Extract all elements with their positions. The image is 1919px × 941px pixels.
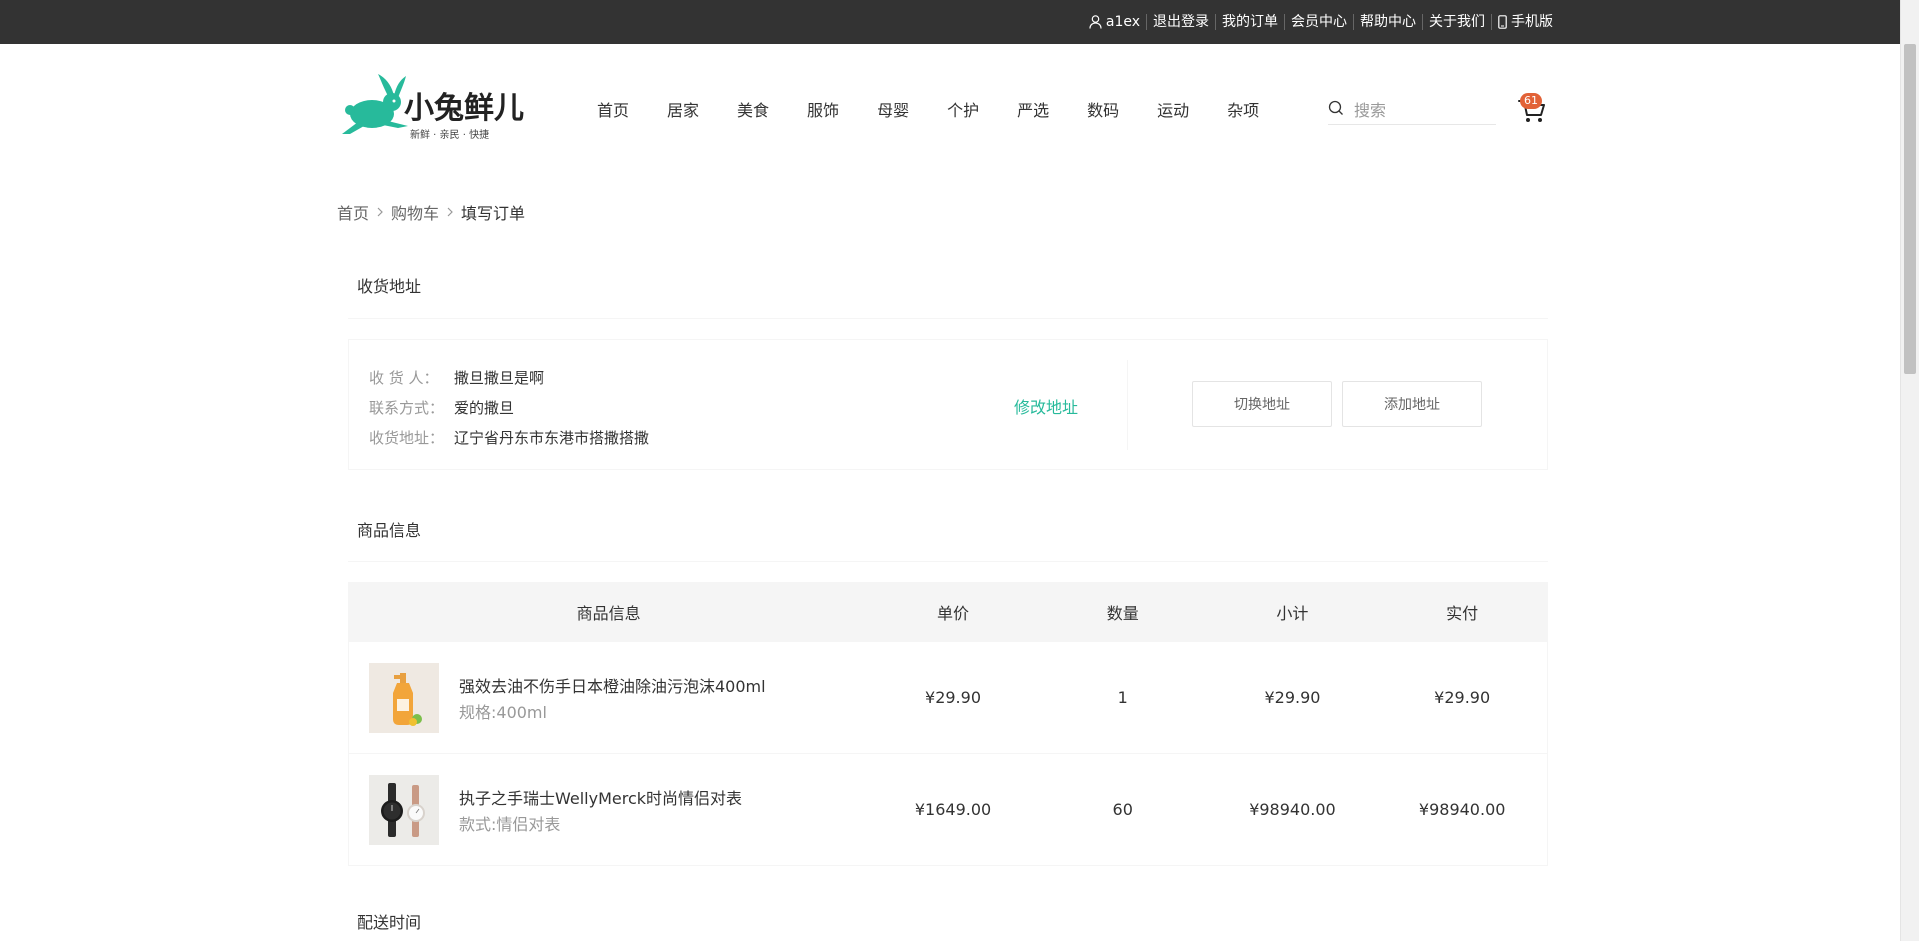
- qty-cell: 1: [1117, 688, 1128, 707]
- nav-item-misc[interactable]: 杂项: [1227, 97, 1259, 121]
- goods-table: 商品信息 单价 数量 小计 实付 强效去油不伤手日本橙油除油污泡沫400ml 规…: [348, 582, 1548, 866]
- product-image[interactable]: [369, 662, 439, 733]
- receiver-value: 撒旦撒旦是啊: [454, 369, 545, 387]
- top-link-label: 我的订单: [1222, 14, 1278, 30]
- goods-cell: 强效去油不伤手日本橙油除油污泡沫400ml 规格:400ml: [349, 662, 868, 733]
- main-header: 小兔鲜儿 新鲜 · 亲民 · 快捷 首页 居家 美食 服饰 母婴 个护 严选 数…: [0, 44, 1900, 174]
- product-attr: 款式:情侣对表: [459, 814, 561, 834]
- chevron-right-icon: [376, 207, 384, 217]
- price-cell: ¥29.90: [925, 688, 981, 707]
- address-value: 辽宁省丹东市东港市搭撒搭撒: [454, 429, 650, 447]
- product-info: 强效去油不伤手日本橙油除油污泡沫400ml 规格:400ml: [459, 673, 766, 723]
- search-icon[interactable]: [1328, 100, 1344, 120]
- brand-logo[interactable]: 小兔鲜儿 新鲜 · 亲民 · 快捷: [338, 72, 538, 152]
- nav-item-baby[interactable]: 母婴: [877, 97, 909, 121]
- top-link-label: 退出登录: [1153, 14, 1209, 30]
- scrollbar-thumb[interactable]: [1904, 44, 1916, 374]
- vertical-scrollbar[interactable]: [1900, 0, 1919, 941]
- switch-address-button[interactable]: 切换地址: [1192, 381, 1332, 427]
- product-image[interactable]: [369, 774, 439, 845]
- top-link-orders[interactable]: 我的订单: [1215, 14, 1284, 30]
- subtotal-cell: ¥98940.00: [1249, 800, 1336, 819]
- top-link-logout[interactable]: 退出登录: [1146, 14, 1215, 30]
- col-header-subtotal: 小计: [1276, 604, 1309, 623]
- nav-item-digital[interactable]: 数码: [1087, 97, 1119, 121]
- phone-icon: [1498, 15, 1507, 29]
- nav-item-home[interactable]: 首页: [597, 97, 629, 121]
- top-link-mobile[interactable]: 手机版: [1491, 14, 1559, 30]
- top-link-label: 关于我们: [1429, 14, 1485, 30]
- top-bar: a1ex 退出登录 我的订单 会员中心 帮助中心 关于我们 手机版: [0, 0, 1900, 44]
- logo-slogan: 新鲜 · 亲民 · 快捷: [410, 128, 489, 141]
- cart-count-badge: 61: [1520, 93, 1542, 109]
- receiver-label: 收 货 人：: [369, 369, 439, 387]
- vertical-divider: [1127, 360, 1128, 450]
- nav-item-home-living[interactable]: 居家: [667, 97, 699, 121]
- receiver-row: 收 货 人： 撒旦撒旦是啊: [369, 367, 544, 388]
- breadcrumb-home[interactable]: 首页: [337, 200, 369, 224]
- logo-title: 小兔鲜儿: [404, 91, 524, 126]
- breadcrumb-current: 填写订单: [461, 204, 526, 223]
- top-link-about[interactable]: 关于我们: [1422, 14, 1491, 30]
- product-name[interactable]: 执子之手瑞士WellyMerck时尚情侣对表: [459, 785, 742, 809]
- paid-cell: ¥98940.00: [1418, 800, 1506, 819]
- breadcrumb-cart[interactable]: 购物车: [391, 200, 439, 224]
- nav-item-selected[interactable]: 严选: [1017, 97, 1049, 121]
- search-input[interactable]: [1352, 99, 1496, 121]
- address-row: 收货地址： 辽宁省丹东市东港市搭撒搭撒: [369, 427, 649, 448]
- address-box: 收 货 人： 撒旦撒旦是啊 联系方式： 爱的撒旦 收货地址： 辽宁省丹东市东港市…: [348, 339, 1548, 470]
- address-label: 收货地址：: [369, 429, 445, 447]
- table-row: 强效去油不伤手日本橙油除油污泡沫400ml 规格:400ml ¥29.90 1 …: [349, 641, 1547, 753]
- top-link-user[interactable]: a1ex: [1083, 14, 1146, 30]
- product-name[interactable]: 强效去油不伤手日本橙油除油污泡沫400ml: [459, 673, 766, 697]
- rabbit-logo-icon: [342, 74, 408, 134]
- qty-cell: 60: [1112, 800, 1133, 819]
- breadcrumb: 首页 购物车 填写订单: [337, 200, 525, 224]
- goods-cell: 执子之手瑞士WellyMerck时尚情侣对表 款式:情侣对表: [349, 774, 868, 845]
- top-link-label: 手机版: [1511, 14, 1553, 30]
- address-section-title: 收货地址: [357, 277, 422, 296]
- table-row: 执子之手瑞士WellyMerck时尚情侣对表 款式:情侣对表 ¥1649.00 …: [349, 753, 1547, 865]
- col-header-price: 单价: [936, 604, 969, 623]
- phone-row: 联系方式： 爱的撒旦: [369, 397, 514, 418]
- nav-item-personal-care[interactable]: 个护: [947, 97, 979, 121]
- section-divider: [348, 318, 1548, 319]
- top-link-member[interactable]: 会员中心: [1284, 14, 1353, 30]
- col-header-qty: 数量: [1106, 604, 1139, 623]
- nav-item-food[interactable]: 美食: [737, 97, 769, 121]
- subtotal-cell: ¥29.90: [1264, 688, 1321, 707]
- top-link-label: 帮助中心: [1360, 14, 1416, 30]
- edit-address-link[interactable]: 修改地址: [1014, 394, 1078, 418]
- search-box: [1328, 96, 1496, 125]
- user-icon: [1089, 15, 1102, 29]
- section-divider: [348, 561, 1548, 562]
- product-attr: 规格:400ml: [459, 702, 547, 722]
- delivery-section-title: 配送时间: [357, 913, 422, 932]
- chevron-right-icon: [446, 207, 454, 217]
- page: a1ex 退出登录 我的订单 会员中心 帮助中心 关于我们 手机版 小兔鲜儿 新…: [0, 0, 1900, 941]
- add-address-button[interactable]: 添加地址: [1342, 381, 1482, 427]
- phone-value: 爱的撒旦: [454, 399, 515, 417]
- top-link-help[interactable]: 帮助中心: [1353, 14, 1422, 30]
- top-link-label: 会员中心: [1291, 14, 1347, 30]
- goods-section-title: 商品信息: [357, 521, 422, 540]
- table-header: 商品信息 单价 数量 小计 实付: [349, 583, 1547, 641]
- product-info: 执子之手瑞士WellyMerck时尚情侣对表 款式:情侣对表: [459, 785, 742, 835]
- top-link-label: a1ex: [1105, 14, 1140, 30]
- col-header-goods: 商品信息: [576, 604, 641, 623]
- phone-label: 联系方式：: [369, 399, 445, 417]
- nav-item-sports[interactable]: 运动: [1157, 97, 1189, 121]
- price-cell: ¥1649.00: [914, 800, 992, 819]
- col-header-paid: 实付: [1446, 604, 1479, 623]
- top-links: a1ex 退出登录 我的订单 会员中心 帮助中心 关于我们 手机版: [1083, 0, 1559, 44]
- category-nav: 首页 居家 美食 服饰 母婴 个护 严选 数码 运动 杂项: [597, 44, 1297, 174]
- nav-item-clothing[interactable]: 服饰: [807, 97, 839, 121]
- paid-cell: ¥29.90: [1434, 688, 1491, 707]
